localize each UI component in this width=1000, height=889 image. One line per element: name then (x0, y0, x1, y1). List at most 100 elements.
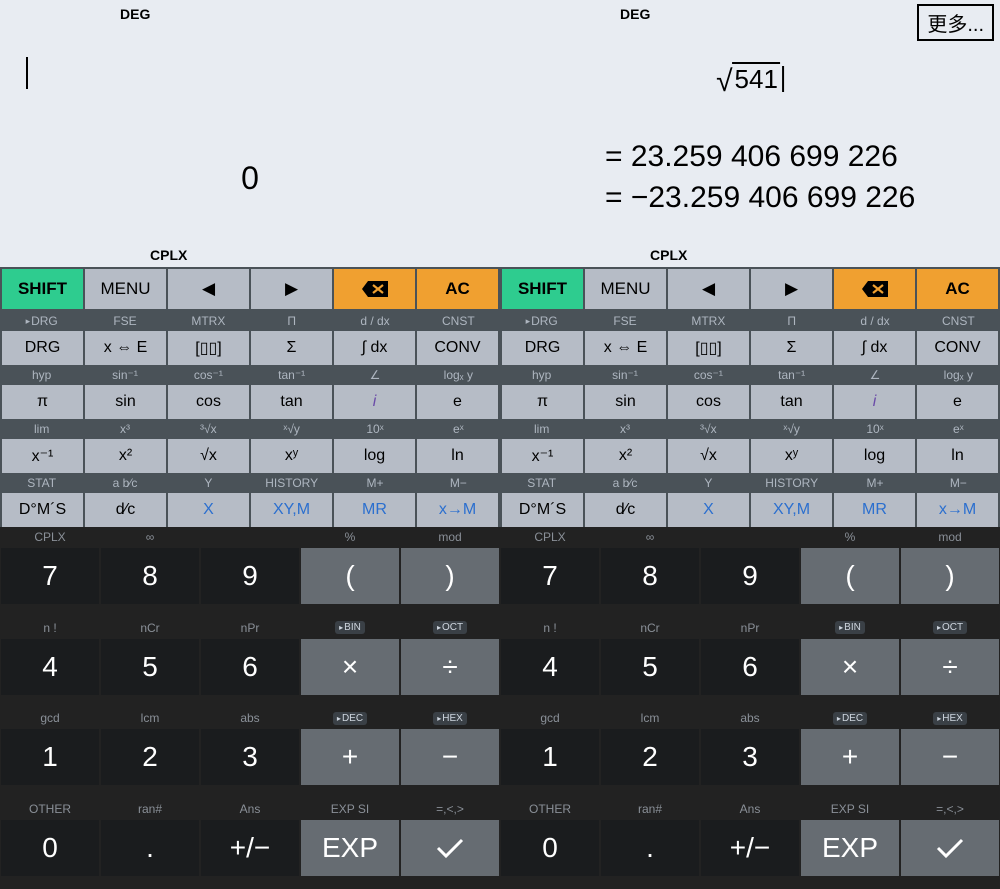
secondary-label[interactable] (200, 527, 300, 547)
all-clear-button[interactable]: AC (917, 269, 998, 309)
function-button[interactable]: cos (668, 385, 749, 419)
secondary-label[interactable]: eˣ (417, 419, 500, 439)
keypad-button-2[interactable]: 2 (101, 729, 199, 785)
secondary-label[interactable] (700, 527, 800, 547)
secondary-label[interactable]: tan⁻¹ (250, 365, 333, 385)
keypad-button-0[interactable]: 0 (501, 820, 599, 876)
function-button[interactable]: tan (251, 385, 332, 419)
keypad-button-op[interactable]: +/− (201, 820, 299, 876)
function-button[interactable]: [▯▯] (668, 331, 749, 365)
secondary-label[interactable]: 10ˣ (833, 419, 916, 439)
secondary-label[interactable]: abs (200, 708, 300, 728)
display-area-left[interactable]: 0 (0, 22, 500, 247)
secondary-label[interactable]: lim (0, 419, 83, 439)
secondary-label[interactable]: nCr (100, 618, 200, 638)
secondary-label[interactable]: 10ˣ (333, 419, 416, 439)
secondary-label[interactable]: =,<,> (900, 799, 1000, 819)
secondary-label[interactable]: Y (667, 473, 750, 493)
keypad-button-3[interactable]: 3 (701, 729, 799, 785)
function-button[interactable]: i (334, 385, 415, 419)
keypad-button-op[interactable]: ( (301, 548, 399, 604)
keypad-button-9[interactable]: 9 (701, 548, 799, 604)
function-button[interactable]: tan (751, 385, 832, 419)
keypad-button-op[interactable]: +/− (701, 820, 799, 876)
function-button[interactable]: π (2, 385, 83, 419)
secondary-label[interactable]: gcd (0, 708, 100, 728)
function-button[interactable]: [▯▯] (168, 331, 249, 365)
function-button[interactable]: x² (85, 439, 166, 473)
secondary-label[interactable]: M− (417, 473, 500, 493)
keypad-button-9[interactable]: 9 (201, 548, 299, 604)
secondary-label[interactable]: Ans (200, 799, 300, 819)
secondary-label[interactable]: DRG (0, 311, 83, 331)
secondary-label[interactable]: logₓ y (417, 365, 500, 385)
secondary-label[interactable]: FSE (583, 311, 666, 331)
function-button[interactable]: x→M (917, 493, 998, 527)
function-button[interactable]: DRG (2, 331, 83, 365)
secondary-label[interactable]: M+ (833, 473, 916, 493)
keypad-button-op[interactable]: . (101, 820, 199, 876)
secondary-label[interactable]: OCT (400, 618, 500, 638)
keypad-button-7[interactable]: 7 (1, 548, 99, 604)
secondary-label[interactable]: eˣ (917, 419, 1000, 439)
cursor-left-button[interactable]: ◀ (168, 269, 249, 309)
secondary-label[interactable]: % (300, 527, 400, 547)
secondary-label[interactable]: sin⁻¹ (83, 365, 166, 385)
secondary-label[interactable]: OTHER (500, 799, 600, 819)
secondary-label[interactable]: M− (917, 473, 1000, 493)
secondary-label[interactable]: nCr (600, 618, 700, 638)
secondary-label[interactable]: hyp (0, 365, 83, 385)
keypad-button-EXP[interactable]: EXP (301, 820, 399, 876)
function-button[interactable]: xʸ (751, 439, 832, 473)
function-button[interactable]: MR (334, 493, 415, 527)
secondary-label[interactable]: ∠ (833, 365, 916, 385)
more-button[interactable]: 更多... (917, 4, 994, 41)
secondary-label[interactable]: ∞ (100, 527, 200, 547)
function-button[interactable]: CONV (417, 331, 498, 365)
function-button[interactable]: e (917, 385, 998, 419)
function-button[interactable]: i (834, 385, 915, 419)
display-area-right[interactable]: √541 = 23.259 406 699 226 = −23.259 406 … (500, 22, 1000, 247)
secondary-label[interactable]: Π (750, 311, 833, 331)
secondary-label[interactable]: n ! (500, 618, 600, 638)
keypad-button-op[interactable]: × (801, 639, 899, 695)
keypad-button-op[interactable]: × (301, 639, 399, 695)
secondary-label[interactable]: d / dx (333, 311, 416, 331)
keypad-button-op[interactable]: ÷ (401, 639, 499, 695)
secondary-label[interactable]: DRG (500, 311, 583, 331)
keypad-button-op[interactable] (401, 820, 499, 876)
menu-button[interactable]: MENU (585, 269, 666, 309)
function-button[interactable]: ln (917, 439, 998, 473)
secondary-label[interactable]: OTHER (0, 799, 100, 819)
secondary-label[interactable]: lcm (600, 708, 700, 728)
secondary-label[interactable]: mod (900, 527, 1000, 547)
secondary-label[interactable]: CPLX (0, 527, 100, 547)
keypad-button-3[interactable]: 3 (201, 729, 299, 785)
secondary-label[interactable]: abs (700, 708, 800, 728)
function-button[interactable]: X (168, 493, 249, 527)
function-button[interactable]: x⁻¹ (2, 439, 83, 473)
keypad-button-op[interactable]: + (801, 729, 899, 785)
cursor-left-button[interactable]: ◀ (668, 269, 749, 309)
keypad-button-7[interactable]: 7 (501, 548, 599, 604)
secondary-label[interactable]: DEC (800, 708, 900, 728)
function-button[interactable]: D°M´S (502, 493, 583, 527)
secondary-label[interactable]: nPr (200, 618, 300, 638)
secondary-label[interactable]: ran# (100, 799, 200, 819)
function-button[interactable]: π (502, 385, 583, 419)
function-button[interactable]: sin (85, 385, 166, 419)
function-button[interactable]: Σ (251, 331, 332, 365)
secondary-label[interactable]: mod (400, 527, 500, 547)
function-button[interactable]: e (417, 385, 498, 419)
secondary-label[interactable]: BIN (800, 618, 900, 638)
keypad-button-2[interactable]: 2 (601, 729, 699, 785)
function-button[interactable]: x² (585, 439, 666, 473)
function-button[interactable]: DRG (502, 331, 583, 365)
function-button[interactable]: x→M (417, 493, 498, 527)
secondary-label[interactable]: OCT (900, 618, 1000, 638)
secondary-label[interactable]: n ! (0, 618, 100, 638)
secondary-label[interactable]: BIN (300, 618, 400, 638)
delete-button[interactable] (834, 269, 915, 309)
secondary-label[interactable]: M+ (333, 473, 416, 493)
secondary-label[interactable]: ∠ (333, 365, 416, 385)
